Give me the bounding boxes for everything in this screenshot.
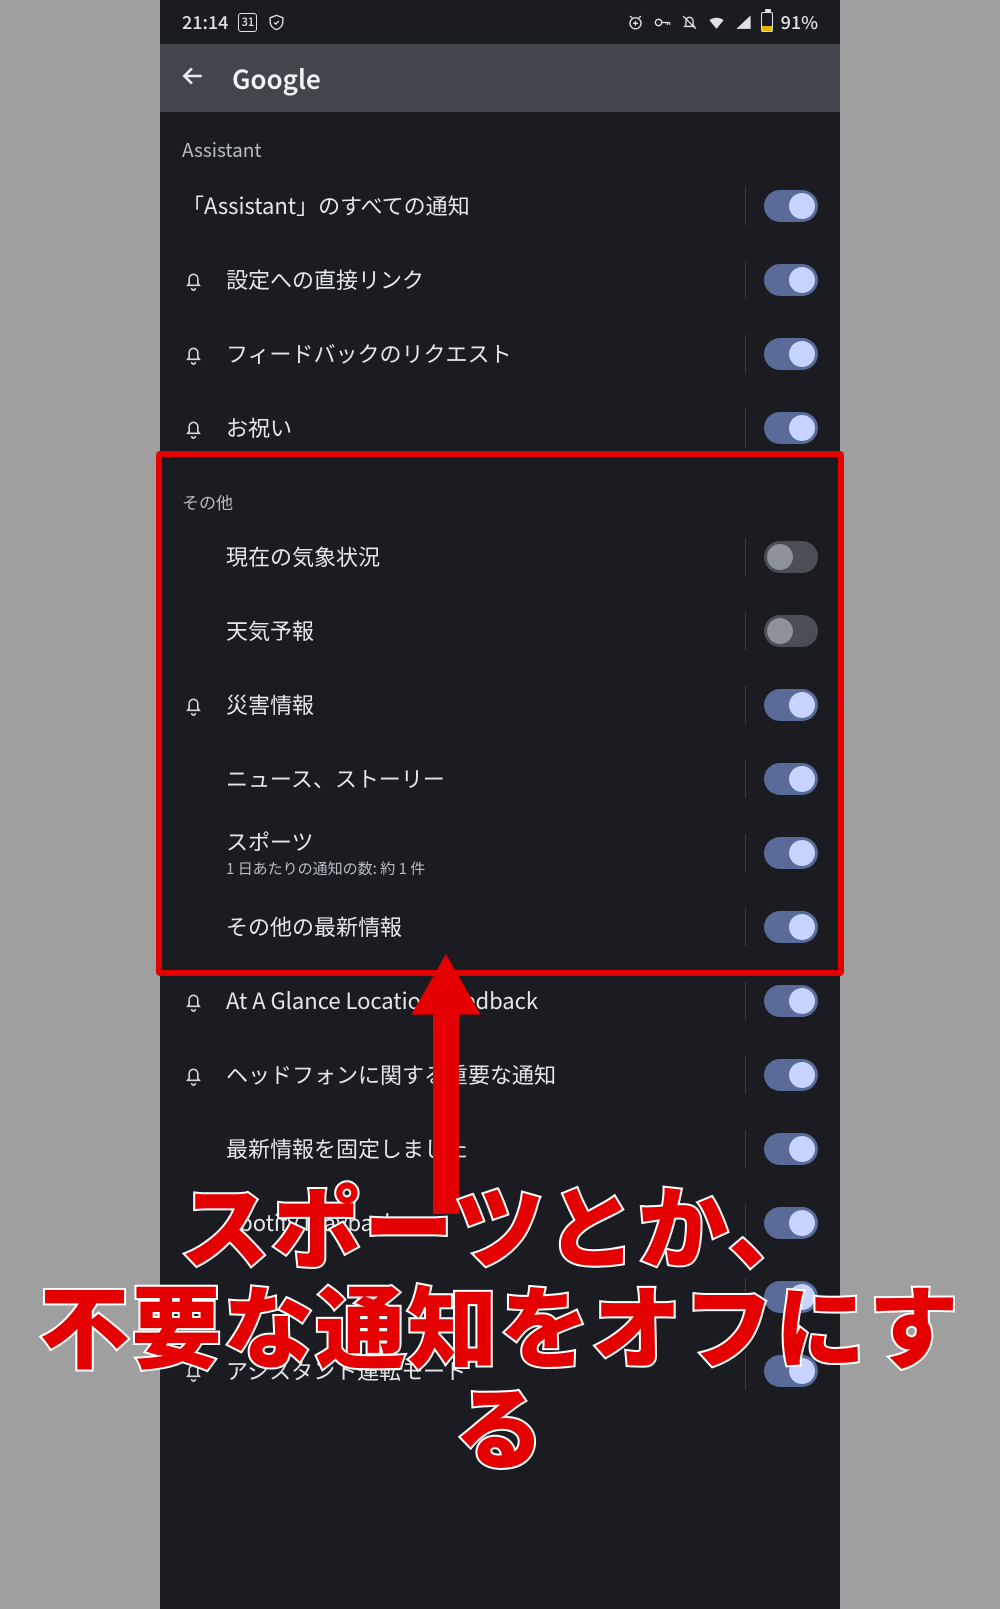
toggle-switch[interactable] [764, 911, 818, 943]
toggle-switch[interactable] [764, 1059, 818, 1091]
back-arrow-icon[interactable] [180, 63, 206, 94]
setting-label: 「Assistant」のすべての通知 [182, 191, 727, 221]
toggle-switch[interactable] [764, 615, 818, 647]
toggle-divider [745, 908, 746, 946]
toggle-switch[interactable] [764, 763, 818, 795]
bell-icon [182, 1064, 226, 1087]
toggle-switch[interactable] [764, 338, 818, 370]
setting-row-headphone-important[interactable]: ヘッドフォンに関する重要な通知 [160, 1038, 840, 1112]
setting-row-forecast[interactable]: 天気予報 [160, 594, 840, 668]
toggle-divider [745, 1056, 746, 1094]
toggle-switch[interactable] [764, 985, 818, 1017]
vpn-key-icon [653, 13, 672, 32]
setting-label: その他の最新情報 [226, 912, 727, 942]
battery-icon [761, 12, 773, 32]
setting-row-current-weather[interactable]: 現在の気象状況 [160, 520, 840, 594]
annotation-caption-line2: 不要な通知をオフにする [0, 1272, 1000, 1474]
section-header: その他 [160, 465, 840, 520]
page-title: Google [232, 60, 321, 97]
toggle-switch[interactable] [764, 837, 818, 869]
bell-icon [182, 343, 226, 366]
bell-icon [182, 417, 226, 440]
setting-row-celebration[interactable]: お祝い [160, 391, 840, 465]
battery-percent: 91% [781, 9, 818, 35]
toggle-switch[interactable] [764, 412, 818, 444]
toggle-divider [745, 686, 746, 724]
setting-row-assistant-all[interactable]: 「Assistant」のすべての通知 [160, 169, 840, 243]
setting-row-news-stories[interactable]: ニュース、ストーリー [160, 742, 840, 816]
setting-label: ニュース、ストーリー [226, 764, 727, 794]
toggle-switch[interactable] [764, 541, 818, 573]
toggle-divider [745, 538, 746, 576]
setting-sublabel: 1 日あたりの通知の数: 約 1 件 [226, 858, 727, 879]
setting-label: 災害情報 [226, 690, 727, 720]
setting-row-feedback-request[interactable]: フィードバックのリクエスト [160, 317, 840, 391]
wifi-icon [707, 13, 726, 32]
cellular-signal-icon [734, 13, 753, 32]
section-header: Assistant [160, 112, 840, 169]
app-bar: Google [160, 44, 840, 112]
bell-icon [182, 269, 226, 292]
toggle-divider [745, 187, 746, 225]
setting-label: 設定への直接リンク [226, 265, 727, 295]
alarm-add-icon [626, 13, 645, 32]
shield-icon [267, 13, 286, 32]
toggle-divider [745, 409, 746, 447]
setting-label: At A Glance Location Feedback [226, 986, 727, 1016]
toggle-switch[interactable] [764, 689, 818, 721]
setting-label: 現在の気象状況 [226, 542, 727, 572]
status-time: 21:14 [182, 9, 228, 35]
dnd-bell-off-icon [680, 13, 699, 32]
toggle-divider [745, 335, 746, 373]
toggle-switch[interactable] [764, 264, 818, 296]
status-bar: 21:14 31 91% [160, 0, 840, 44]
setting-row-glance-location-feedback[interactable]: At A Glance Location Feedback [160, 964, 840, 1038]
setting-label: スポーツ [226, 827, 727, 857]
setting-row-other-latest[interactable]: その他の最新情報 [160, 890, 840, 964]
toggle-divider [745, 612, 746, 650]
setting-label: お祝い [226, 413, 727, 443]
toggle-divider [745, 261, 746, 299]
setting-row-settings-direct-link[interactable]: 設定への直接リンク [160, 243, 840, 317]
toggle-switch[interactable] [764, 190, 818, 222]
calendar-icon: 31 [238, 13, 257, 32]
setting-row-disaster-info[interactable]: 災害情報 [160, 668, 840, 742]
setting-label: ヘッドフォンに関する重要な通知 [226, 1060, 727, 1090]
bell-icon [182, 694, 226, 717]
bell-icon [182, 990, 226, 1013]
setting-label: 天気予報 [226, 616, 727, 646]
setting-label: フィードバックのリクエスト [226, 339, 727, 369]
setting-row-sports[interactable]: スポーツ1 日あたりの通知の数: 約 1 件 [160, 816, 840, 890]
toggle-divider [745, 982, 746, 1020]
toggle-divider [745, 760, 746, 798]
toggle-divider [745, 834, 746, 872]
